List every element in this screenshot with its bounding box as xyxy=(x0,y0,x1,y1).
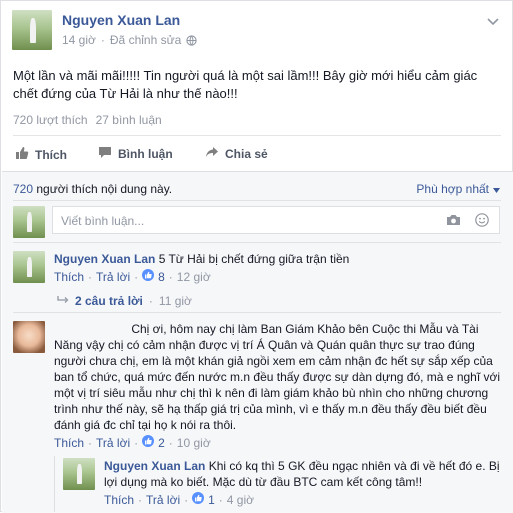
replies-link-row[interactable]: 2 câu trả lời · 11 giờ xyxy=(57,294,192,308)
reply-actions: Thích · Trả lời · 1 · 4 giờ xyxy=(104,492,255,507)
comment-like-link[interactable]: Thích xyxy=(54,436,84,450)
reaction-thumbs-icon xyxy=(142,435,155,450)
comment-icon xyxy=(98,146,112,162)
share-label: Chia sẻ xyxy=(225,147,268,161)
author-name[interactable]: Nguyen Xuan Lan xyxy=(62,12,180,28)
post-counts: 720 lượt thích 27 bình luận xyxy=(13,113,162,127)
post-meta: 14 giờ · Đã chỉnh sửa xyxy=(62,33,197,47)
comment-like-link[interactable]: Thích xyxy=(54,270,84,284)
post-body: Một lần và mãi mãi!!!!! Tin người quá là… xyxy=(13,68,478,101)
share-button[interactable]: Chia sẻ xyxy=(205,146,268,162)
reaction-thumbs-icon xyxy=(192,492,205,507)
comment-reply-link[interactable]: Trả lời xyxy=(96,270,130,284)
comment-button[interactable]: Bình luận xyxy=(98,146,173,162)
reply-thread-line xyxy=(54,456,55,512)
author-avatar[interactable] xyxy=(12,10,52,50)
post-options-chevron-icon[interactable] xyxy=(487,15,499,29)
divider xyxy=(2,171,513,172)
comment-text: 5 Từ Hải bị chết đứng giữa trận tiền xyxy=(158,252,350,266)
comment-avatar[interactable] xyxy=(13,321,45,353)
comment-body: Chị ơi, hôm nay chị làm Ban Giám Khảo bê… xyxy=(54,321,502,433)
edited-label[interactable]: Đã chỉnh sửa xyxy=(110,33,181,47)
reply-like-link[interactable]: Thích xyxy=(104,493,134,507)
emoji-icon[interactable] xyxy=(475,213,489,230)
post-card: Nguyen Xuan Lan 14 giờ · Đã chỉnh sửa Mộ… xyxy=(0,0,513,513)
divider xyxy=(13,312,501,313)
reply-reactions-count[interactable]: 1 xyxy=(208,493,215,507)
comment-reactions-count[interactable]: 8 xyxy=(158,270,165,284)
like-button[interactable]: Thích xyxy=(15,146,67,163)
post-time[interactable]: 14 giờ xyxy=(62,33,96,47)
comment-time[interactable]: 10 giờ xyxy=(177,436,211,450)
redacted-name-block xyxy=(54,324,128,335)
replies-time: 11 giờ xyxy=(158,294,192,308)
camera-icon[interactable] xyxy=(446,214,461,229)
divider xyxy=(13,135,501,136)
replies-link[interactable]: 2 câu trả lời xyxy=(75,294,143,308)
comment-label: Bình luận xyxy=(118,147,173,161)
comment-text: Chị ơi, hôm nay chị làm Ban Giám Khảo bê… xyxy=(54,322,501,432)
comment-author[interactable]: Nguyen Xuan Lan xyxy=(54,252,155,266)
comment-actions: Thích · Trả lời · 8 · 12 giờ xyxy=(54,269,211,284)
comment-body: Nguyen Xuan Lan 5 Từ Hải bị chết đứng gi… xyxy=(54,251,504,267)
likes-count[interactable]: 720 lượt thích xyxy=(13,113,88,127)
reaction-thumbs-icon xyxy=(142,269,155,284)
divider xyxy=(13,242,501,243)
likes-summary-text: người thích nội dung này. xyxy=(36,182,173,196)
comment-actions: Thích · Trả lời · 2 · 10 giờ xyxy=(54,435,211,450)
likes-summary: 720 người thích nội dung này. xyxy=(13,182,172,196)
audience-icon xyxy=(186,34,197,46)
likes-summary-count[interactable]: 720 xyxy=(13,182,33,196)
reply-time[interactable]: 4 giờ xyxy=(227,493,254,507)
comment-input[interactable]: Viết bình luận... xyxy=(52,206,500,234)
comment-reactions-count[interactable]: 2 xyxy=(158,436,165,450)
composer-avatar xyxy=(13,206,45,238)
comment-avatar[interactable] xyxy=(13,251,45,283)
reply-body: Nguyen Xuan Lan Khi có kq thì 5 GK đều n… xyxy=(104,458,502,490)
triangle-down-icon xyxy=(493,182,500,196)
comments-count[interactable]: 27 bình luận xyxy=(96,113,162,127)
meta-separator: · xyxy=(100,33,105,47)
sort-label: Phù hợp nhất xyxy=(416,182,489,196)
comment-placeholder: Viết bình luận... xyxy=(61,214,145,228)
reply-arrow-icon xyxy=(57,294,69,308)
like-label: Thích xyxy=(35,147,67,162)
reply-author[interactable]: Nguyen Xuan Lan xyxy=(104,459,205,473)
share-icon xyxy=(205,146,219,162)
sort-dropdown[interactable]: Phù hợp nhất xyxy=(416,182,500,196)
comment-reply-link[interactable]: Trả lời xyxy=(96,436,130,450)
thumbs-up-icon xyxy=(15,146,29,163)
reply-avatar[interactable] xyxy=(63,458,95,490)
comment-time[interactable]: 12 giờ xyxy=(177,270,211,284)
reply-reply-link[interactable]: Trả lời xyxy=(146,493,180,507)
divider xyxy=(13,200,501,201)
